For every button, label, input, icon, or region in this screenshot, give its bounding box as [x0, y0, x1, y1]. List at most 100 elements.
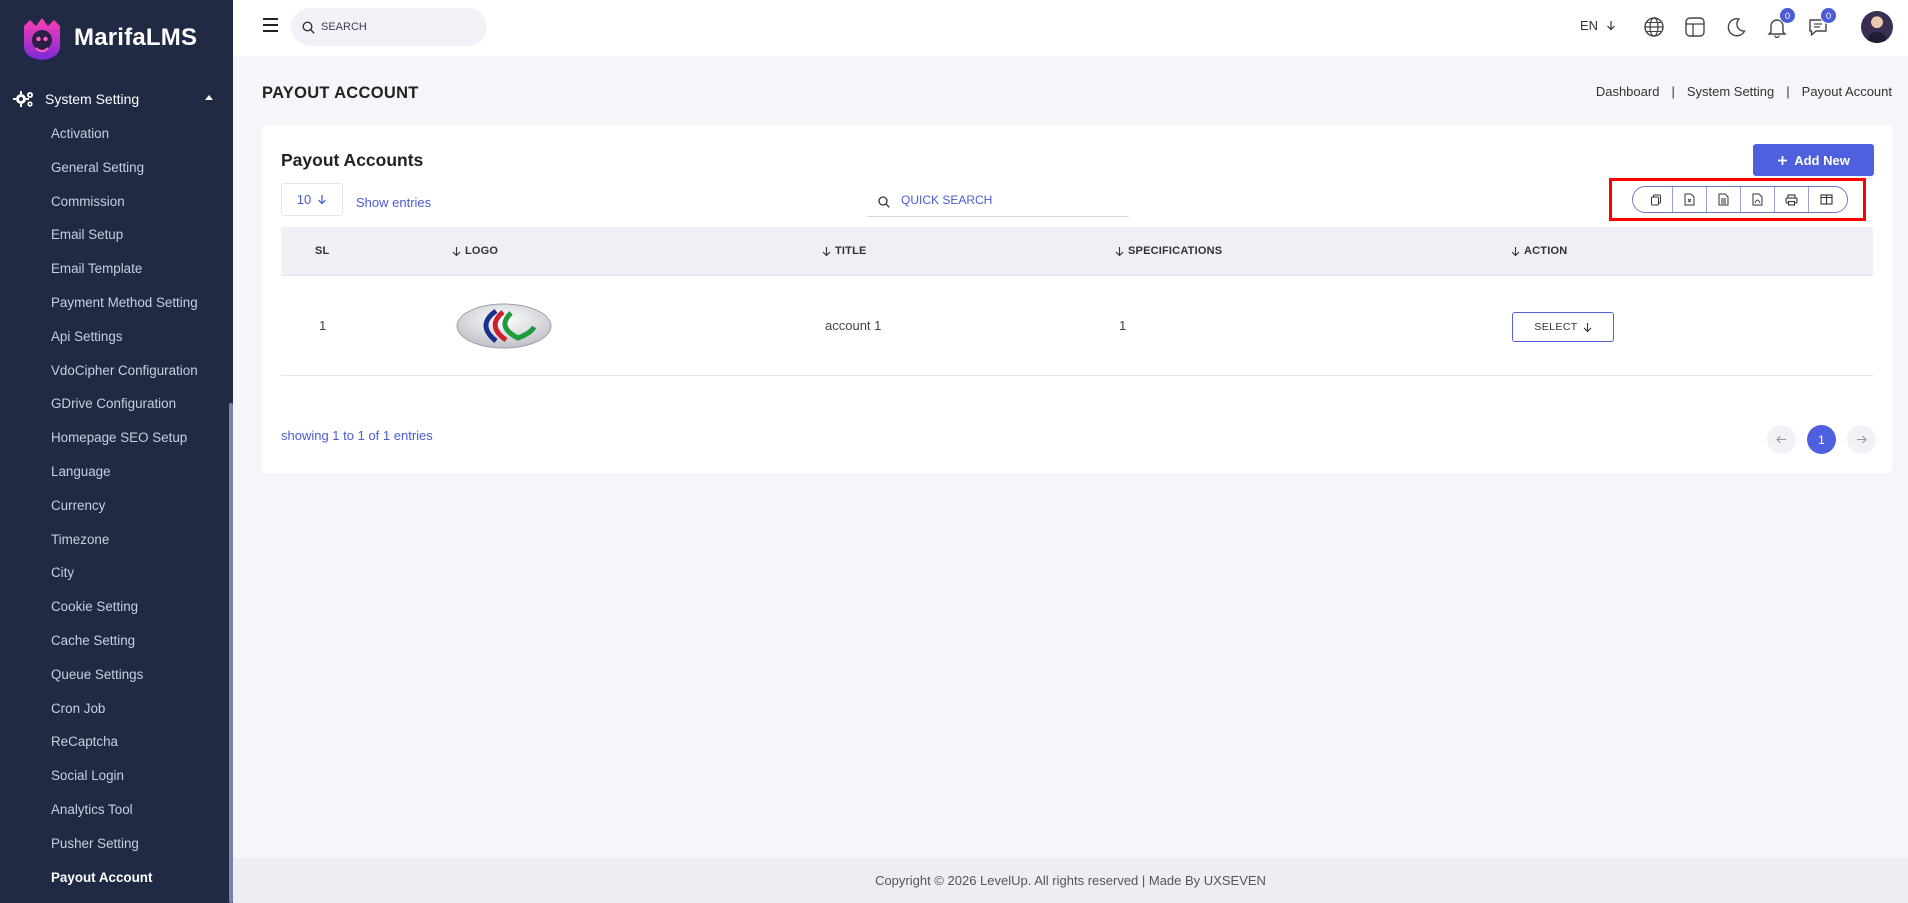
table-header: SL LOGO TITLE SPECIFICATIONS ACTION	[281, 227, 1873, 275]
page-title: PAYOUT ACCOUNT	[262, 84, 419, 102]
sidebar-item-payment-method-setting[interactable]: Payment Method Setting	[0, 291, 233, 325]
sidebar-menu: Activation General Setting Commission Em…	[0, 122, 233, 899]
excel-icon	[1718, 193, 1729, 206]
arrow-left-icon	[1776, 435, 1786, 444]
sidebar-scrollbar[interactable]	[229, 403, 233, 903]
search-input[interactable]	[321, 21, 471, 33]
language-selector[interactable]: EN	[1580, 18, 1616, 33]
export-button-group	[1632, 186, 1848, 213]
column-header-action[interactable]: ACTION	[1511, 245, 1567, 257]
column-header-title[interactable]: TITLE	[822, 245, 867, 257]
breadcrumb-separator: |	[1671, 84, 1675, 99]
pdf-icon	[1752, 193, 1763, 206]
sidebar-item-currency[interactable]: Currency	[0, 494, 233, 528]
brand[interactable]: MarifaLMS	[0, 0, 233, 76]
sidebar-item-payout-account[interactable]: Payout Account	[0, 866, 233, 900]
csv-icon	[1684, 193, 1695, 206]
sidebar-group-label: System Setting	[45, 91, 140, 107]
notifications-badge: 0	[1779, 7, 1796, 24]
sidebar-item-recaptcha[interactable]: ReCaptcha	[0, 730, 233, 764]
add-new-label: Add New	[1794, 152, 1850, 168]
arrow-down-icon	[1511, 246, 1520, 256]
pagination: 1	[1767, 425, 1876, 454]
arrow-down-icon	[1115, 246, 1124, 256]
brand-name: MarifaLMS	[74, 24, 198, 51]
sidebar-item-cookie-setting[interactable]: Cookie Setting	[0, 595, 233, 629]
breadcrumb-payout-account: Payout Account	[1801, 84, 1892, 99]
notifications-button[interactable]: 0	[1766, 7, 1796, 39]
column-header-logo[interactable]: LOGO	[452, 245, 498, 257]
excel-export-button[interactable]	[1707, 187, 1741, 212]
gear-icon	[13, 91, 33, 107]
header-search[interactable]	[291, 8, 487, 46]
payout-logo-image	[456, 303, 552, 349]
payout-accounts-card: Payout Accounts Add New 10 Show entries	[262, 125, 1892, 473]
footer: Copyright © 2026 LevelUp. All rights res…	[233, 858, 1908, 903]
breadcrumb-separator: |	[1786, 84, 1790, 99]
column-header-specifications[interactable]: SPECIFICATIONS	[1115, 245, 1222, 257]
sidebar-item-general-setting[interactable]: General Setting	[0, 156, 233, 190]
quick-search[interactable]	[867, 183, 1129, 217]
sidebar-item-timezone[interactable]: Timezone	[0, 528, 233, 562]
user-avatar[interactable]	[1861, 11, 1893, 43]
column-visibility-button[interactable]	[1809, 187, 1847, 212]
arrow-down-icon	[318, 195, 327, 205]
sidebar-item-activation[interactable]: Activation	[0, 122, 233, 156]
copy-button[interactable]	[1633, 187, 1673, 212]
hamburger-menu-icon[interactable]	[263, 18, 278, 32]
sidebar-item-homepage-seo-setup[interactable]: Homepage SEO Setup	[0, 426, 233, 460]
arrow-down-icon	[822, 246, 831, 256]
copy-icon	[1650, 194, 1661, 205]
globe-icon[interactable]	[1643, 16, 1665, 38]
prev-page-button[interactable]	[1767, 425, 1796, 454]
language-label: EN	[1580, 18, 1599, 33]
show-entries-label: Show entries	[356, 195, 432, 210]
sidebar-item-pusher-setting[interactable]: Pusher Setting	[0, 832, 233, 866]
csv-export-button[interactable]	[1673, 187, 1707, 212]
sidebar-group-system-setting[interactable]: System Setting	[0, 86, 233, 112]
entries-per-page-select[interactable]: 10	[281, 183, 343, 216]
copyright-text: Copyright © 2026 LevelUp. All rights res…	[875, 873, 1266, 888]
sidebar-item-language[interactable]: Language	[0, 460, 233, 494]
brand-logo-icon	[24, 18, 60, 60]
breadcrumb-system-setting[interactable]: System Setting	[1687, 84, 1774, 99]
sidebar-item-commission[interactable]: Commission	[0, 190, 233, 224]
sidebar-item-cron-job[interactable]: Cron Job	[0, 697, 233, 731]
page-button-current[interactable]: 1	[1807, 425, 1836, 454]
cell-specifications: 1	[1119, 318, 1127, 333]
sidebar-item-social-login[interactable]: Social Login	[0, 764, 233, 798]
sidebar-item-email-setup[interactable]: Email Setup	[0, 223, 233, 257]
arrow-down-icon	[1606, 21, 1615, 31]
pdf-export-button[interactable]	[1741, 187, 1775, 212]
sidebar-item-email-template[interactable]: Email Template	[0, 257, 233, 291]
plus-icon	[1778, 155, 1788, 165]
next-page-button[interactable]	[1847, 425, 1876, 454]
table-row: 1 account 1 1 SELECT	[281, 275, 1873, 376]
arrow-right-icon	[1857, 435, 1867, 444]
search-icon	[302, 21, 315, 34]
messages-button[interactable]: 0	[1807, 7, 1837, 38]
sidebar-item-api-settings[interactable]: Api Settings	[0, 325, 233, 359]
cell-sl: 1	[319, 318, 327, 333]
print-button[interactable]	[1775, 187, 1809, 212]
sidebar-item-city[interactable]: City	[0, 561, 233, 595]
breadcrumb-dashboard[interactable]: Dashboard	[1596, 84, 1660, 99]
layout-icon[interactable]	[1684, 16, 1706, 38]
sidebar-item-queue-settings[interactable]: Queue Settings	[0, 663, 233, 697]
dark-mode-moon-icon[interactable]	[1725, 16, 1747, 38]
top-bar: EN 0 0	[233, 0, 1908, 56]
caret-up-icon	[205, 95, 213, 100]
sidebar-item-cache-setting[interactable]: Cache Setting	[0, 629, 233, 663]
card-title: Payout Accounts	[281, 150, 424, 170]
quick-search-input[interactable]	[901, 192, 1111, 207]
cell-title: account 1	[825, 318, 882, 333]
select-action-button[interactable]: SELECT	[1512, 312, 1614, 342]
select-label: SELECT	[1534, 321, 1578, 333]
print-icon	[1785, 193, 1798, 206]
add-new-button[interactable]: Add New	[1753, 144, 1874, 176]
sidebar: MarifaLMS System Setting Activation Gene…	[0, 0, 233, 903]
sidebar-item-analytics-tool[interactable]: Analytics Tool	[0, 798, 233, 832]
sidebar-item-gdrive-configuration[interactable]: GDrive Configuration	[0, 392, 233, 426]
column-header-sl[interactable]: SL	[315, 245, 329, 257]
sidebar-item-vdocipher-configuration[interactable]: VdoCipher Configuration	[0, 359, 233, 393]
